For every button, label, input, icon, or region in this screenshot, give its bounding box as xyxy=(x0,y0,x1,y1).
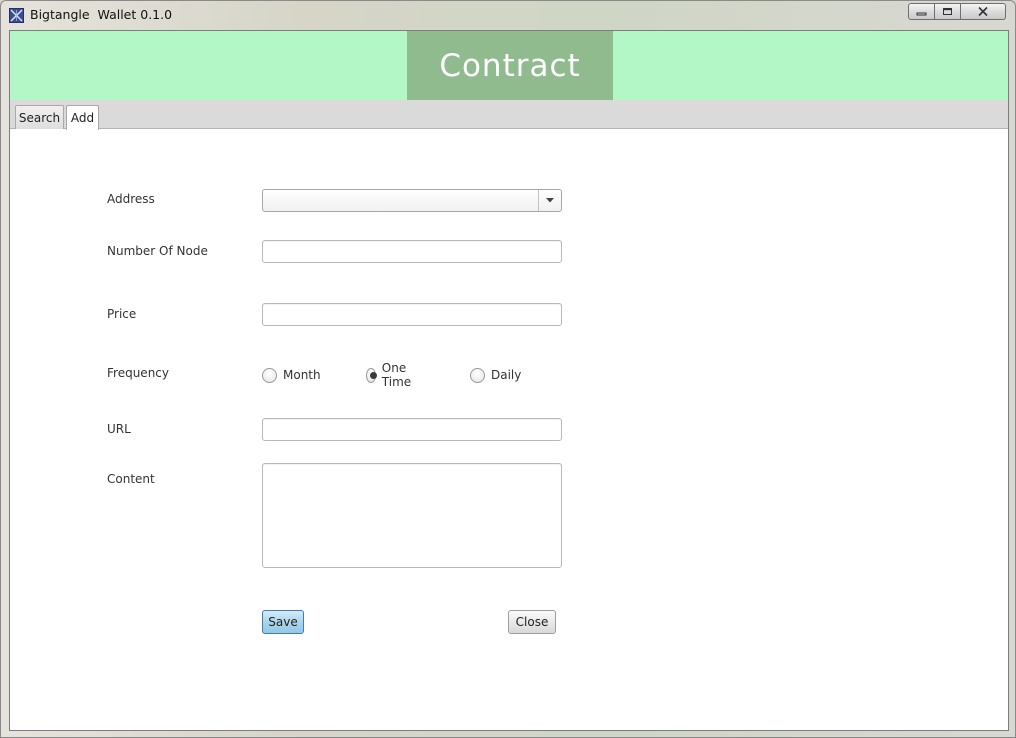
radio-one-time-label: One Time xyxy=(381,361,412,389)
radio-daily-label: Daily xyxy=(491,368,522,382)
address-label: Address xyxy=(107,192,155,206)
page-title: Contract xyxy=(439,47,581,84)
app-window: Bigtangle Wallet 0.1.0 Contract Search A… xyxy=(0,0,1016,738)
radio-one-time[interactable]: One Time xyxy=(366,361,416,389)
price-label: Price xyxy=(107,307,137,321)
app-logo-icon xyxy=(9,8,24,23)
window-close-button[interactable] xyxy=(961,3,1006,20)
window-title: Bigtangle Wallet 0.1.0 xyxy=(30,7,173,22)
tab-bar: Search Add xyxy=(10,100,1008,130)
price-input[interactable] xyxy=(262,303,562,326)
radio-month-button[interactable] xyxy=(262,367,277,383)
radio-daily[interactable]: Daily xyxy=(470,365,521,385)
save-button[interactable]: Save xyxy=(262,610,304,634)
maximize-button[interactable] xyxy=(935,3,961,20)
maximize-icon xyxy=(943,8,952,15)
close-button[interactable]: Close xyxy=(508,610,556,634)
tab-search[interactable]: Search xyxy=(15,105,64,129)
url-label: URL xyxy=(107,422,131,436)
title-box: Contract xyxy=(407,31,613,100)
frequency-label: Frequency xyxy=(107,366,169,380)
chevron-down-icon xyxy=(546,198,554,203)
radio-one-time-button[interactable] xyxy=(366,367,377,383)
minimize-button[interactable] xyxy=(908,3,935,20)
content-textarea[interactable] xyxy=(262,463,562,568)
close-icon xyxy=(978,6,988,17)
number-of-node-label: Number Of Node xyxy=(107,244,208,258)
address-combobox[interactable] xyxy=(262,189,562,212)
radio-month[interactable]: Month xyxy=(262,365,321,385)
tab-add[interactable]: Add xyxy=(66,105,99,130)
dropdown-button[interactable] xyxy=(538,190,561,211)
number-of-node-input[interactable] xyxy=(262,240,562,263)
client-area: Contract Search Add Address Number Of No… xyxy=(9,30,1009,731)
radio-month-label: Month xyxy=(283,368,321,382)
title-bar[interactable]: Bigtangle Wallet 0.1.0 xyxy=(1,1,1015,29)
url-input[interactable] xyxy=(262,418,562,441)
header-banner: Contract xyxy=(10,31,1008,100)
minimize-icon xyxy=(916,12,927,15)
content-label: Content xyxy=(107,472,155,486)
radio-daily-button[interactable] xyxy=(470,367,485,383)
